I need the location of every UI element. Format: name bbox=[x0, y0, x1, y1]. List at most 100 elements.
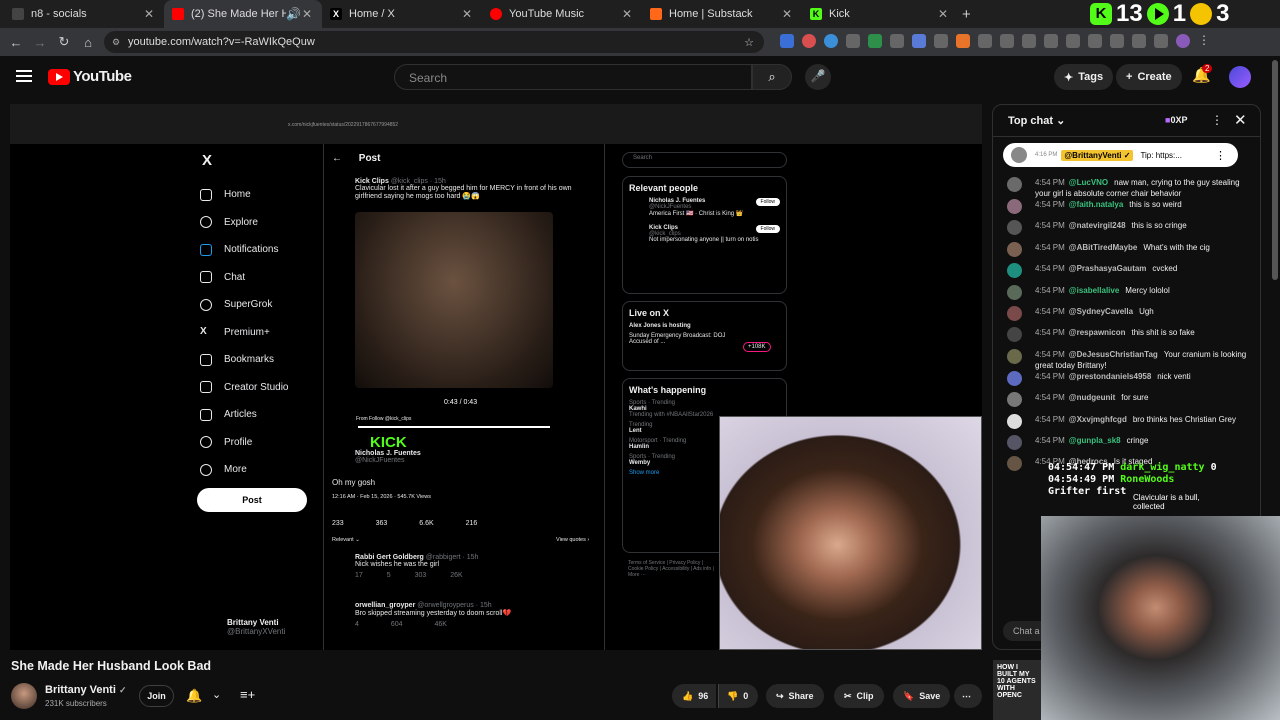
address-bar[interactable]: ⚙ youtube.com/watch?v=-RaWIkQeQuw ☆ bbox=[104, 31, 764, 53]
chat-message[interactable]: 4:54 PM @natevirgil248 this is so cringe bbox=[1007, 220, 1247, 241]
chevron-down-icon[interactable]: ⌄ bbox=[212, 688, 221, 701]
create-button[interactable]: + Create bbox=[1116, 64, 1182, 90]
extension-icon[interactable] bbox=[868, 34, 882, 48]
bookmark-star-icon[interactable]: ☆ bbox=[744, 36, 754, 49]
extension-icon[interactable] bbox=[1066, 34, 1080, 48]
speaker-icon[interactable]: 🔊 bbox=[286, 7, 301, 21]
chat-username[interactable]: @respawnicon bbox=[1069, 328, 1126, 337]
extension-icon[interactable] bbox=[1022, 34, 1036, 48]
tab-x-home[interactable]: X Home / X ✕ bbox=[322, 0, 482, 28]
close-tab-icon[interactable]: ✕ bbox=[460, 7, 474, 21]
video-player[interactable]: x.com/nickjfuentes/status/20229178676779… bbox=[10, 104, 982, 650]
youtube-logo[interactable]: YouTube bbox=[48, 68, 132, 85]
chat-message[interactable]: 4:54 PM @PrashasyaGautam cvcked bbox=[1007, 263, 1247, 284]
extension-icon[interactable] bbox=[780, 34, 794, 48]
home-icon[interactable]: ⌂ bbox=[76, 35, 100, 50]
menu-dots-icon[interactable]: ⋮ bbox=[1198, 34, 1212, 48]
share-button[interactable]: ↪ Share bbox=[766, 684, 824, 708]
chat-message[interactable]: 4:54 PM @ABitTiredMaybe What's with the ci… bbox=[1007, 241, 1247, 263]
close-tab-icon[interactable]: ✕ bbox=[620, 7, 634, 21]
chat-username[interactable]: @ABitTiredMaybe bbox=[1069, 243, 1138, 252]
chat-message[interactable]: 4:54 PM @respawnicon this shit is so fake bbox=[1007, 327, 1247, 348]
close-tab-icon[interactable]: ✕ bbox=[300, 7, 314, 21]
tab-kick[interactable]: K Kick ✕ bbox=[802, 0, 958, 28]
clip-button[interactable]: ✂ Clip bbox=[834, 684, 884, 708]
chat-message[interactable]: 4:54 PM @isabellalive Mercy lololol bbox=[1007, 284, 1247, 306]
add-to-playlist-icon[interactable]: ≡+ bbox=[240, 687, 255, 702]
back-icon[interactable]: ← bbox=[4, 35, 28, 50]
forward-icon[interactable]: → bbox=[28, 35, 52, 50]
chat-username[interactable]: @LucVNO bbox=[1069, 178, 1108, 187]
kick-watermark: KICK bbox=[370, 434, 407, 451]
save-button[interactable]: 🔖 Save bbox=[893, 684, 951, 708]
x-premium-icon: X bbox=[200, 326, 207, 338]
chat-username[interactable]: @gunpla_sk8 bbox=[1069, 436, 1121, 445]
end-screen-thumbnail[interactable]: HOW I BUILT MY 10 AGENTS WITH OPENC bbox=[993, 660, 1041, 720]
extension-icon[interactable] bbox=[1044, 34, 1058, 48]
tab-n8-socials[interactable]: n8 - socials ✕ bbox=[4, 0, 164, 28]
subscribed-bell-icon[interactable]: 🔔 bbox=[186, 688, 202, 704]
pinned-menu-icon[interactable]: ⋮ bbox=[1215, 149, 1226, 162]
extension-icon[interactable] bbox=[956, 34, 970, 48]
channel-name[interactable]: Brittany Venti ✓ bbox=[45, 684, 127, 696]
extension-icon[interactable] bbox=[846, 34, 860, 48]
xp-badge[interactable]: ■0XP bbox=[1165, 115, 1187, 125]
pinned-message[interactable]: 4:16 PM @BrittanyVenti ✓ Tip: https:... … bbox=[1003, 143, 1238, 167]
extension-icon[interactable] bbox=[934, 34, 948, 48]
chat-username[interactable]: @natevirgil248 bbox=[1069, 221, 1126, 230]
chat-username[interactable]: @faith.natalya bbox=[1069, 200, 1123, 209]
close-chat-icon[interactable]: ✕ bbox=[1234, 111, 1247, 129]
extension-icon[interactable] bbox=[824, 34, 838, 48]
search-button[interactable]: ⌕ bbox=[752, 64, 792, 90]
menu-icon[interactable] bbox=[16, 70, 32, 82]
reload-icon[interactable]: ↻ bbox=[52, 34, 76, 50]
dislike-button[interactable]: 👎 0 bbox=[718, 684, 759, 708]
page-scrollbar[interactable] bbox=[1272, 60, 1278, 280]
extension-icon[interactable] bbox=[1154, 34, 1168, 48]
chat-username[interactable]: @nudgeunit bbox=[1069, 393, 1115, 402]
channel-avatar[interactable] bbox=[11, 683, 37, 709]
top-chat-dropdown[interactable]: Top chat ⌄ bbox=[1008, 114, 1065, 127]
extension-icon[interactable] bbox=[978, 34, 992, 48]
close-tab-icon[interactable]: ✕ bbox=[780, 7, 794, 21]
chat-message[interactable]: 4:54 PM @gunpla_sk8 cringe bbox=[1007, 434, 1247, 456]
like-button[interactable]: 👍 96 bbox=[672, 684, 717, 708]
chat-user-avatar bbox=[1007, 434, 1022, 450]
extension-icon[interactable] bbox=[802, 34, 816, 48]
chat-username[interactable]: @isabellalive bbox=[1069, 286, 1120, 295]
profile-avatar-icon[interactable] bbox=[1176, 34, 1190, 48]
extension-icon[interactable] bbox=[1110, 34, 1124, 48]
close-tab-icon[interactable]: ✕ bbox=[936, 7, 950, 21]
chat-message[interactable]: 4:54 PM @Xxvjmghfcgd bro thinks hes Christ… bbox=[1007, 413, 1247, 435]
search-input[interactable]: Search bbox=[394, 64, 752, 90]
chat-message[interactable]: 4:54 PM @LucVNO naw man, crying to the guy… bbox=[1007, 177, 1247, 199]
chat-message[interactable]: 4:54 PM @SydneyCavella Ugh bbox=[1007, 305, 1247, 327]
share-label: Share bbox=[788, 691, 814, 701]
more-actions-button[interactable]: ⋯ bbox=[954, 684, 982, 708]
chat-username[interactable]: @PrashasyaGautam bbox=[1069, 264, 1147, 273]
close-tab-icon[interactable]: ✕ bbox=[142, 7, 156, 21]
extension-icon[interactable] bbox=[1132, 34, 1146, 48]
chat-username[interactable]: @SydneyCavella bbox=[1069, 307, 1133, 316]
chat-message[interactable]: 4:54 PM @prestondaniels4958 nick venti bbox=[1007, 370, 1247, 392]
tab-youtube-music[interactable]: YouTube Music ✕ bbox=[482, 0, 642, 28]
chat-message[interactable]: 4:54 PM @nudgeunit for sure bbox=[1007, 392, 1247, 413]
account-avatar[interactable] bbox=[1229, 66, 1251, 88]
extension-icon[interactable] bbox=[1088, 34, 1102, 48]
new-tab-icon[interactable]: + bbox=[962, 6, 971, 23]
chat-message[interactable]: 4:54 PM @DeJesusChristianTag Your cranium … bbox=[1007, 348, 1247, 371]
tab-substack[interactable]: Home | Substack ✕ bbox=[642, 0, 802, 28]
tags-button[interactable]: ✦ Tags bbox=[1054, 64, 1114, 90]
chat-message[interactable]: 4:54 PM @faith.natalya this is so weird bbox=[1007, 199, 1247, 220]
chat-username[interactable]: @Xxvjmghfcgd bbox=[1069, 415, 1127, 424]
chat-username[interactable]: @prestondaniels4958 bbox=[1069, 372, 1152, 381]
voice-search-button[interactable]: 🎤 bbox=[805, 64, 831, 90]
extension-icon[interactable] bbox=[890, 34, 904, 48]
tab-youtube-video[interactable]: (2) She Made Her Husband 🔊 ✕ bbox=[164, 0, 322, 28]
extension-icon[interactable] bbox=[1000, 34, 1014, 48]
chat-username[interactable]: @DeJesusChristianTag bbox=[1069, 350, 1158, 359]
site-info-icon[interactable]: ⚙ bbox=[112, 37, 120, 48]
extension-icon[interactable] bbox=[912, 34, 926, 48]
join-button[interactable]: Join bbox=[139, 685, 174, 707]
chat-menu-icon[interactable]: ⋮ bbox=[1211, 113, 1223, 127]
